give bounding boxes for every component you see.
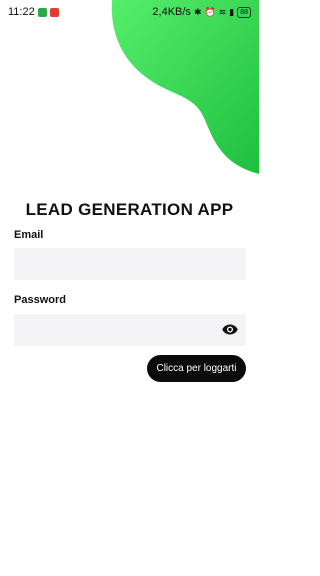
email-label: Email [14, 229, 44, 241]
decorative-green-blob [111, 0, 259, 174]
app-title: LEAD GENERATION APP [25, 200, 234, 219]
status-left: 11:22 [8, 6, 59, 18]
password-label: Password [14, 294, 66, 306]
battery-icon: 88 [237, 6, 251, 18]
status-right: 2,4KB/s ✱ ⏰ ≋ ▮ 88 [152, 6, 251, 18]
network-speed: 2,4KB/s [152, 6, 191, 18]
wifi-icon: ≋ [218, 6, 227, 17]
notification-green-icon [37, 7, 47, 17]
password-field[interactable] [14, 314, 246, 346]
alarm-icon: ⏰ [204, 6, 216, 17]
signal-icon: ▮ [229, 6, 235, 17]
status-time: 11:22 [8, 6, 35, 18]
youtube-icon [49, 7, 59, 17]
status-bar: 11:22 2,4KB/s ✱ ⏰ ≋ ▮ 88 [0, 0, 259, 24]
bluetooth-icon: ✱ [193, 6, 202, 17]
email-field[interactable] [14, 248, 246, 280]
login-button[interactable]: Clicca per loggarti [147, 355, 246, 382]
show-password-eye-icon[interactable] [220, 321, 240, 337]
